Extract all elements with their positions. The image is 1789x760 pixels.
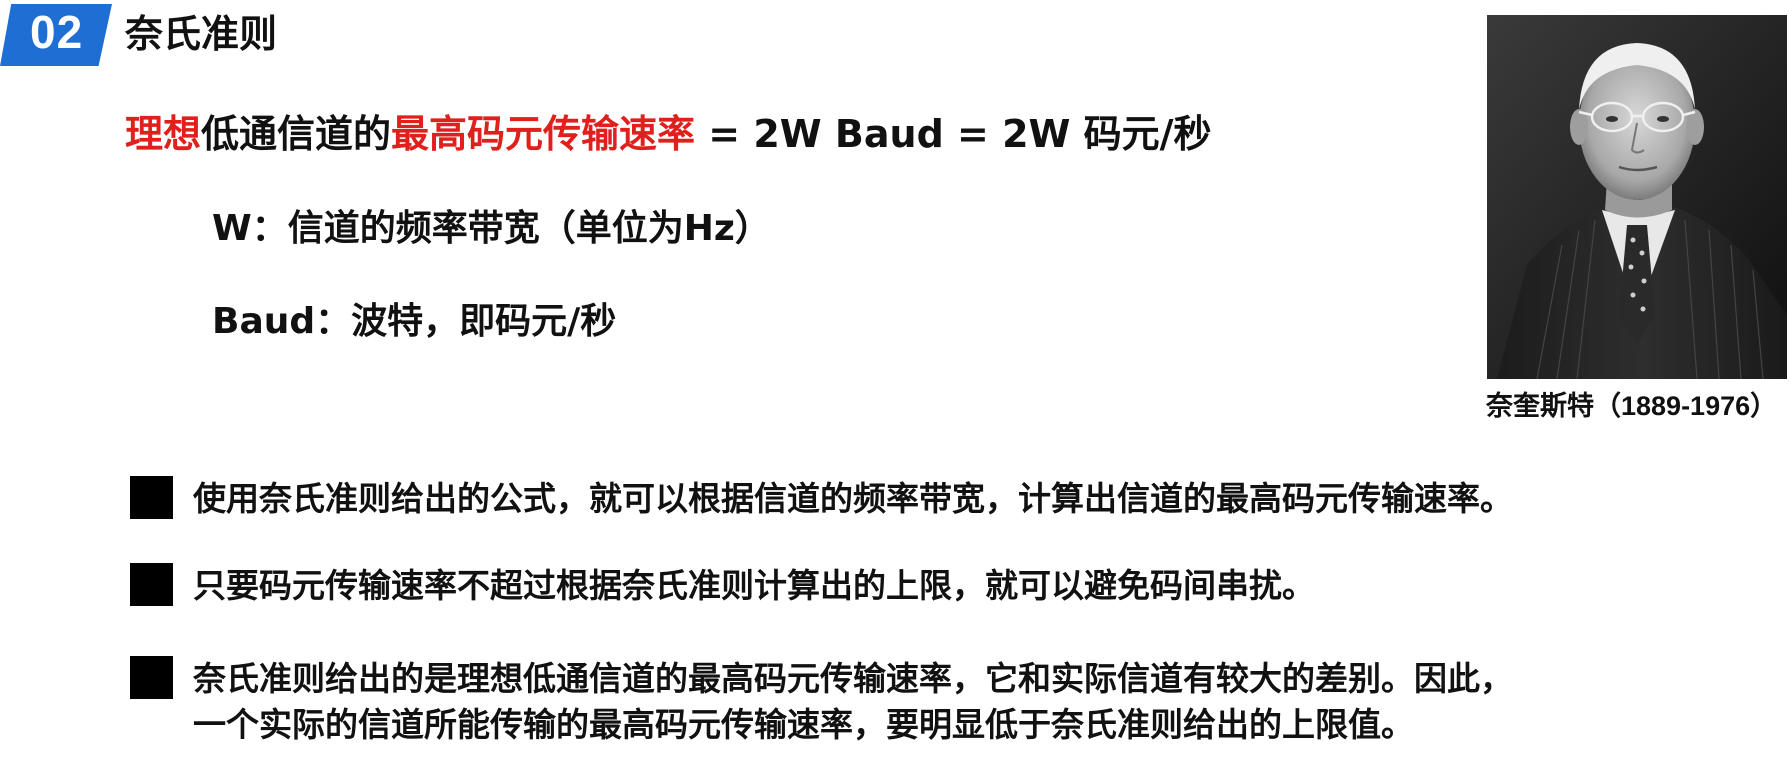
bullet-text-line-1: 奈氏准则给出的是理想低通信道的最高码元传输速率，它和实际信道有较大的差别。因此， bbox=[193, 659, 1513, 698]
definition-w: W：信道的频率带宽（单位为Hz） bbox=[212, 208, 771, 249]
formula-lowpass: 低通信道的 bbox=[201, 112, 392, 156]
section-title: 奈氏准则 bbox=[125, 12, 278, 56]
bullet-square-icon bbox=[130, 563, 173, 606]
nyquist-formula: 理想低通信道的最高码元传输速率 = 2W Baud = 2W 码元/秒 bbox=[125, 108, 1212, 160]
formula-max-rate: 最高码元传输速率 bbox=[391, 112, 696, 156]
bullet-item: 使用奈氏准则给出的公式，就可以根据信道的频率带宽，计算出信道的最高码元传输速率。 bbox=[130, 476, 1513, 522]
bullet-text: 使用奈氏准则给出的公式，就可以根据信道的频率带宽，计算出信道的最高码元传输速率。 bbox=[193, 479, 1513, 518]
bullet-item: 奈氏准则给出的是理想低通信道的最高码元传输速率，它和实际信道有较大的差别。因此，… bbox=[130, 656, 1513, 748]
bullet-square-icon bbox=[130, 656, 173, 699]
formula-equation: = 2W Baud = 2W 码元/秒 bbox=[695, 112, 1212, 156]
bullet-square-icon bbox=[130, 476, 173, 519]
portrait-caption: 奈奎斯特（1889-1976） bbox=[1486, 391, 1778, 421]
bullet-text: 只要码元传输速率不超过根据奈氏准则计算出的上限，就可以避免码间串扰。 bbox=[193, 566, 1315, 605]
formula-ideal: 理想 bbox=[125, 112, 202, 156]
bullet-text-multiline: 奈氏准则给出的是理想低通信道的最高码元传输速率，它和实际信道有较大的差别。因此，… bbox=[193, 656, 1513, 748]
definition-baud: Baud：波特，即码元/秒 bbox=[212, 301, 617, 342]
bullet-item: 只要码元传输速率不超过根据奈氏准则计算出的上限，就可以避免码间串扰。 bbox=[130, 563, 1315, 609]
section-number: 02 bbox=[30, 6, 84, 58]
bullet-text-line-2: 一个实际的信道所能传输的最高码元传输速率，要明显低于奈氏准则给出的上限值。 bbox=[193, 705, 1414, 744]
person-photo-icon bbox=[1487, 15, 1787, 379]
portrait-photo bbox=[1487, 15, 1787, 379]
